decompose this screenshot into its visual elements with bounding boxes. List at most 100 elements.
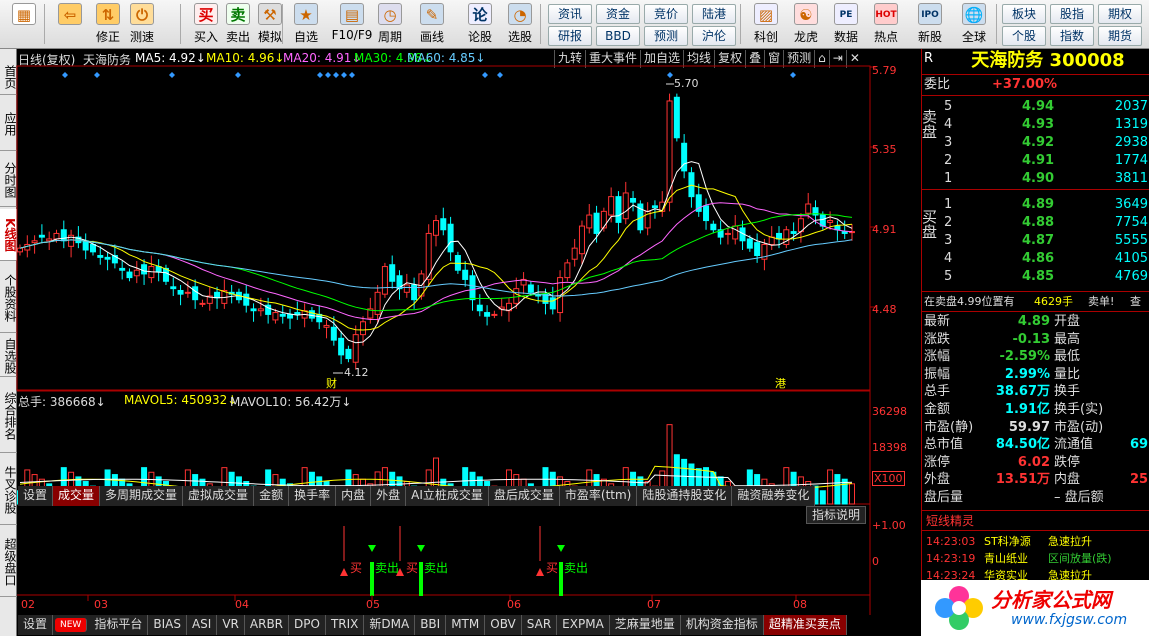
- candle-down: [615, 196, 622, 223]
- toolbar-label: 新股: [917, 30, 942, 44]
- small-button-1-3[interactable]: 沪伦: [692, 26, 736, 46]
- volume-tab-0[interactable]: 设置: [18, 486, 54, 506]
- volume-tab-5[interactable]: 换手率: [289, 486, 337, 506]
- indicator-tab-7[interactable]: DPO: [289, 615, 326, 635]
- volume-tab-9[interactable]: 盘后成交量: [489, 486, 560, 506]
- volume-tab-8[interactable]: AI立桩成交量: [406, 486, 489, 506]
- small-button-1-0[interactable]: 研报: [548, 26, 592, 46]
- volume-tab-12[interactable]: 融资融券变化: [732, 486, 816, 506]
- bid-row-3[interactable]: 3 4.87 5555: [922, 232, 1149, 250]
- volume-tab-4[interactable]: 金额: [254, 486, 290, 506]
- right-button-1-2[interactable]: 期货: [1098, 26, 1142, 46]
- small-button-0-1[interactable]: 资金: [596, 4, 640, 24]
- ask-row-3[interactable]: 3 4.92 2938: [922, 134, 1149, 152]
- ask-price: 4.94: [1022, 99, 1055, 114]
- short-elf-item[interactable]: 14:23:19 青山纸业 区间放量(跌): [922, 550, 1149, 568]
- toolbar-button-windows-grid[interactable]: ▦: [6, 2, 42, 47]
- volume-tab-10[interactable]: 市盈率(ttm): [560, 486, 638, 506]
- bid-row-2[interactable]: 2 4.88 7754: [922, 214, 1149, 232]
- ask-row-5[interactable]: 5 4.94 2037: [922, 98, 1149, 116]
- right-button-0-0[interactable]: 板块: [1002, 4, 1046, 24]
- indicator-tab-5[interactable]: VR: [217, 615, 245, 635]
- finance-marker[interactable]: 财: [326, 375, 337, 391]
- bid-row-5[interactable]: 5 4.85 4769: [922, 268, 1149, 286]
- indicator-tab-9[interactable]: 新DMA: [364, 615, 416, 635]
- toolbar-separator: [996, 4, 997, 44]
- indicator-tab-0[interactable]: 设置: [18, 615, 54, 635]
- big-order-notice[interactable]: 在卖盘4.99位置有 4629手 卖单! 查: [922, 293, 1149, 311]
- small-button-0-2[interactable]: 竞价: [644, 4, 688, 24]
- x-label-2: 04: [235, 598, 249, 611]
- right-button-1-0[interactable]: 个股: [1002, 26, 1046, 46]
- toolbar-button-discuss[interactable]: 论论股: [462, 2, 498, 47]
- hammer-icon: ⚒: [258, 3, 282, 25]
- toolbar-button-cycle[interactable]: ◷ 周期: [372, 2, 408, 47]
- toolbar-button-star[interactable]: ★ 自选: [288, 2, 324, 47]
- toolbar-button-ipo[interactable]: IPO 新股: [912, 2, 948, 47]
- quote-value: 1.91亿: [1004, 402, 1050, 417]
- candle-up: [53, 232, 60, 240]
- volume-tab-11[interactable]: 陆股通持股变化: [637, 486, 733, 506]
- indicator-tab-11[interactable]: MTM: [446, 615, 486, 635]
- short-elf-title[interactable]: 短线精灵: [922, 512, 1149, 530]
- toolbar-label: 热点: [873, 30, 898, 44]
- small-button-1-1[interactable]: BBD: [596, 26, 640, 46]
- volume-tab-6[interactable]: 内盘: [336, 486, 372, 506]
- indicator-tab-1[interactable]: NEW: [55, 618, 88, 632]
- toolbar-button-select-stock[interactable]: ◔ 选股: [502, 2, 538, 47]
- indicator-tab-3[interactable]: BIAS: [148, 615, 187, 635]
- volume-tab-3[interactable]: 虚拟成交量: [183, 486, 255, 506]
- candle-down: [192, 286, 199, 301]
- globe-icon: 🌐: [962, 3, 986, 25]
- ask-row-4[interactable]: 4 4.93 1319: [922, 116, 1149, 134]
- volume-tabs: 设置 成交量 多周期成交量 虚拟成交量 金额 换手率 内盘 外盘 AI立桩成交量 盘后成交量 市盈率…: [18, 486, 816, 506]
- indicator-tab-13[interactable]: SAR: [522, 615, 558, 635]
- volume-tab-2[interactable]: 多周期成交量: [100, 486, 184, 506]
- toolbar-button-buy[interactable]: 买买入: [188, 2, 224, 47]
- candle-down: [790, 231, 797, 234]
- quote-row-7: 总市值 84.50亿 流通值 69: [922, 436, 1149, 454]
- indicator-tab-8[interactable]: TRIX: [326, 615, 365, 635]
- indicator-tab-10[interactable]: BBI: [415, 615, 447, 635]
- toolbar-button-sell[interactable]: 卖卖出: [220, 2, 256, 47]
- event-marker-icon: [349, 72, 355, 78]
- windows-grid-icon: ▦: [12, 3, 36, 25]
- indicator-tab-4[interactable]: ASI: [187, 615, 218, 635]
- toolbar-button-pe[interactable]: PE 数据: [828, 2, 864, 47]
- indicator-help-button[interactable]: 指标说明: [806, 506, 867, 524]
- bid-row-1[interactable]: 1 4.89 3649: [922, 196, 1149, 214]
- indicator-tab-12[interactable]: OBV: [485, 615, 522, 635]
- toolbar-button-up-down-arrows[interactable]: ⇅ 修正: [90, 2, 126, 47]
- bid-row-4[interactable]: 4 4.86 4105: [922, 250, 1149, 268]
- toolbar-button-power[interactable]: ⏻ 测速: [124, 2, 160, 47]
- indicator-tab-17[interactable]: 超精准买卖点: [763, 615, 847, 635]
- right-button-0-2[interactable]: 期权: [1098, 4, 1142, 24]
- volume-tab-1[interactable]: 成交量: [53, 486, 101, 506]
- toolbar-button-f10[interactable]: ▤ F10/F9: [330, 2, 374, 47]
- candle-down: [97, 255, 104, 258]
- indicator-tab-16[interactable]: 机构资金指标: [681, 615, 764, 635]
- indicator-tab-6[interactable]: ARBR: [245, 615, 290, 635]
- right-button-0-1[interactable]: 股指: [1050, 4, 1094, 24]
- toolbar-button-dragon[interactable]: ☯ 龙虎: [788, 2, 824, 47]
- toolbar-button-globe[interactable]: 🌐 全球: [956, 2, 992, 47]
- ask-row-2[interactable]: 2 4.91 1774: [922, 152, 1149, 170]
- indicator-tab-14[interactable]: EXPMA: [557, 615, 610, 635]
- right-button-1-1[interactable]: 指数: [1050, 26, 1094, 46]
- hk-marker[interactable]: 港: [775, 375, 786, 391]
- candle-up: [257, 308, 264, 312]
- toolbar-button-hot[interactable]: HOT 热点: [868, 2, 904, 47]
- price-label-4: 4.48: [872, 303, 897, 316]
- short-elf-item[interactable]: 14:23:03 ST科净源 急速拉升: [922, 533, 1149, 551]
- indicator-tab-2[interactable]: 指标平台: [89, 615, 149, 635]
- small-button-0-3[interactable]: 陆港: [692, 4, 736, 24]
- toolbar-button-pencil[interactable]: ✎ 画线: [414, 2, 450, 47]
- indicator-tab-15[interactable]: 芝麻量地量: [610, 615, 681, 635]
- toolbar-button-back-arrow[interactable]: ⇦: [52, 2, 88, 47]
- toolbar-button-chart-small[interactable]: ▨ 科创: [748, 2, 784, 47]
- small-button-1-2[interactable]: 预测: [644, 26, 688, 46]
- sell-signal-text: 卖出: [564, 561, 588, 575]
- volume-tab-7[interactable]: 外盘: [371, 486, 407, 506]
- small-button-0-0[interactable]: 资讯: [548, 4, 592, 24]
- ask-row-1[interactable]: 1 4.90 3811: [922, 170, 1149, 188]
